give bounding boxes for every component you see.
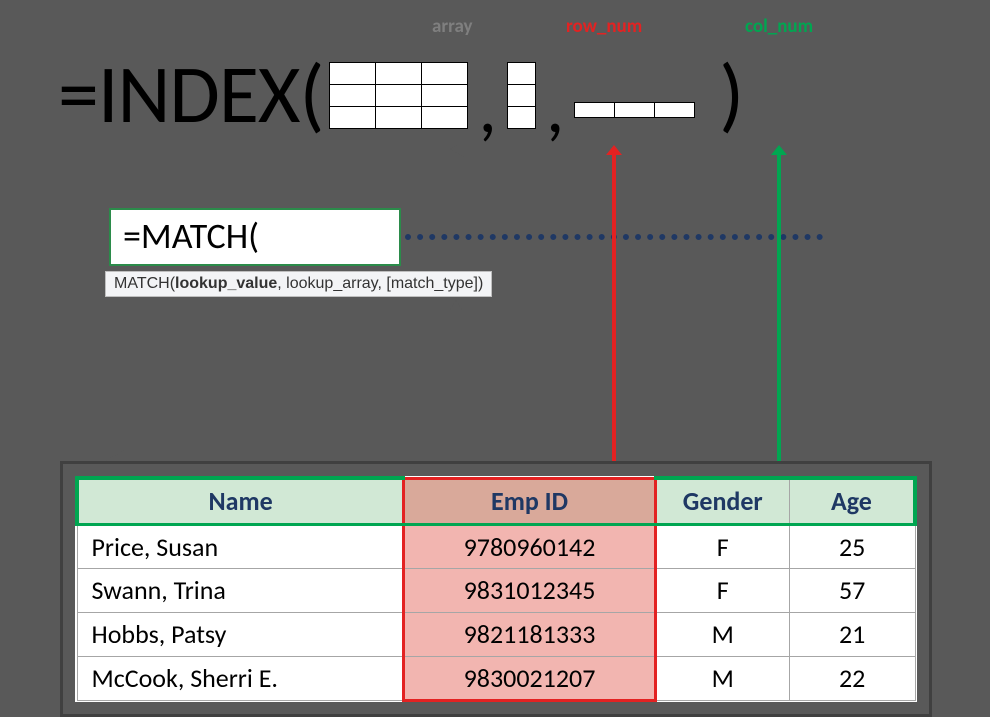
cell-gender: F [655,568,789,612]
label-col-num: col_num [745,15,813,38]
cell-age: 25 [789,524,915,568]
cell-gender: F [655,524,789,568]
arrow-array-up [447,145,465,212]
comma-1: , [474,62,500,152]
arrow-array-elbow [86,300,466,475]
header-age: Age [789,478,915,524]
header-name: Name [77,478,404,524]
arrow-col-num [768,145,790,480]
data-table-wrapper: Name Emp ID Gender Age Price, Susan 9780… [60,461,932,717]
cell-age: 22 [789,656,915,700]
cell-emp: 9831012345 [404,568,655,612]
label-array: array [432,15,473,38]
cell-age: 21 [789,612,915,656]
table-row: Hobbs, Patsy 9821181333 M 21 [77,612,915,656]
cell-emp: 9830021207 [404,656,655,700]
table-header-row: Name Emp ID Gender Age [77,478,915,524]
table-row: McCook, Sherri E. 9830021207 M 22 [77,656,915,700]
header-gender: Gender [655,478,789,524]
cell-gender: M [655,612,789,656]
table-row: Price, Susan 9780960142 F 25 [77,524,915,568]
cell-name: Price, Susan [77,524,404,568]
formula-close: ) [719,45,743,145]
match-tooltip: MATCH(lookup_value, lookup_array, [match… [105,271,492,297]
employee-table: Name Emp ID Gender Age Price, Susan 9780… [75,476,917,702]
cell-emp: 9780960142 [404,524,655,568]
header-emp-id: Emp ID [404,478,655,524]
cell-gender: M [655,656,789,700]
cell-name: Hobbs, Patsy [77,612,404,656]
cell-age: 57 [789,568,915,612]
array-grid-icon [329,62,468,129]
table-row: Swann, Trina 9831012345 F 57 [77,568,915,612]
arrow-row-num [603,145,625,480]
row-num-grid-icon [507,62,536,129]
cell-name: Swann, Trina [77,568,404,612]
index-formula: =INDEX( , , ) [58,45,743,145]
match-formula-cell: =MATCH( [109,208,401,266]
formula-prefix: =INDEX( [58,45,323,145]
cell-name: McCook, Sherri E. [77,656,404,700]
comma-2: , [542,62,568,152]
cell-emp: 9821181333 [404,612,655,656]
col-num-grid-icon [574,102,695,118]
label-row-num: row_num [566,15,642,38]
